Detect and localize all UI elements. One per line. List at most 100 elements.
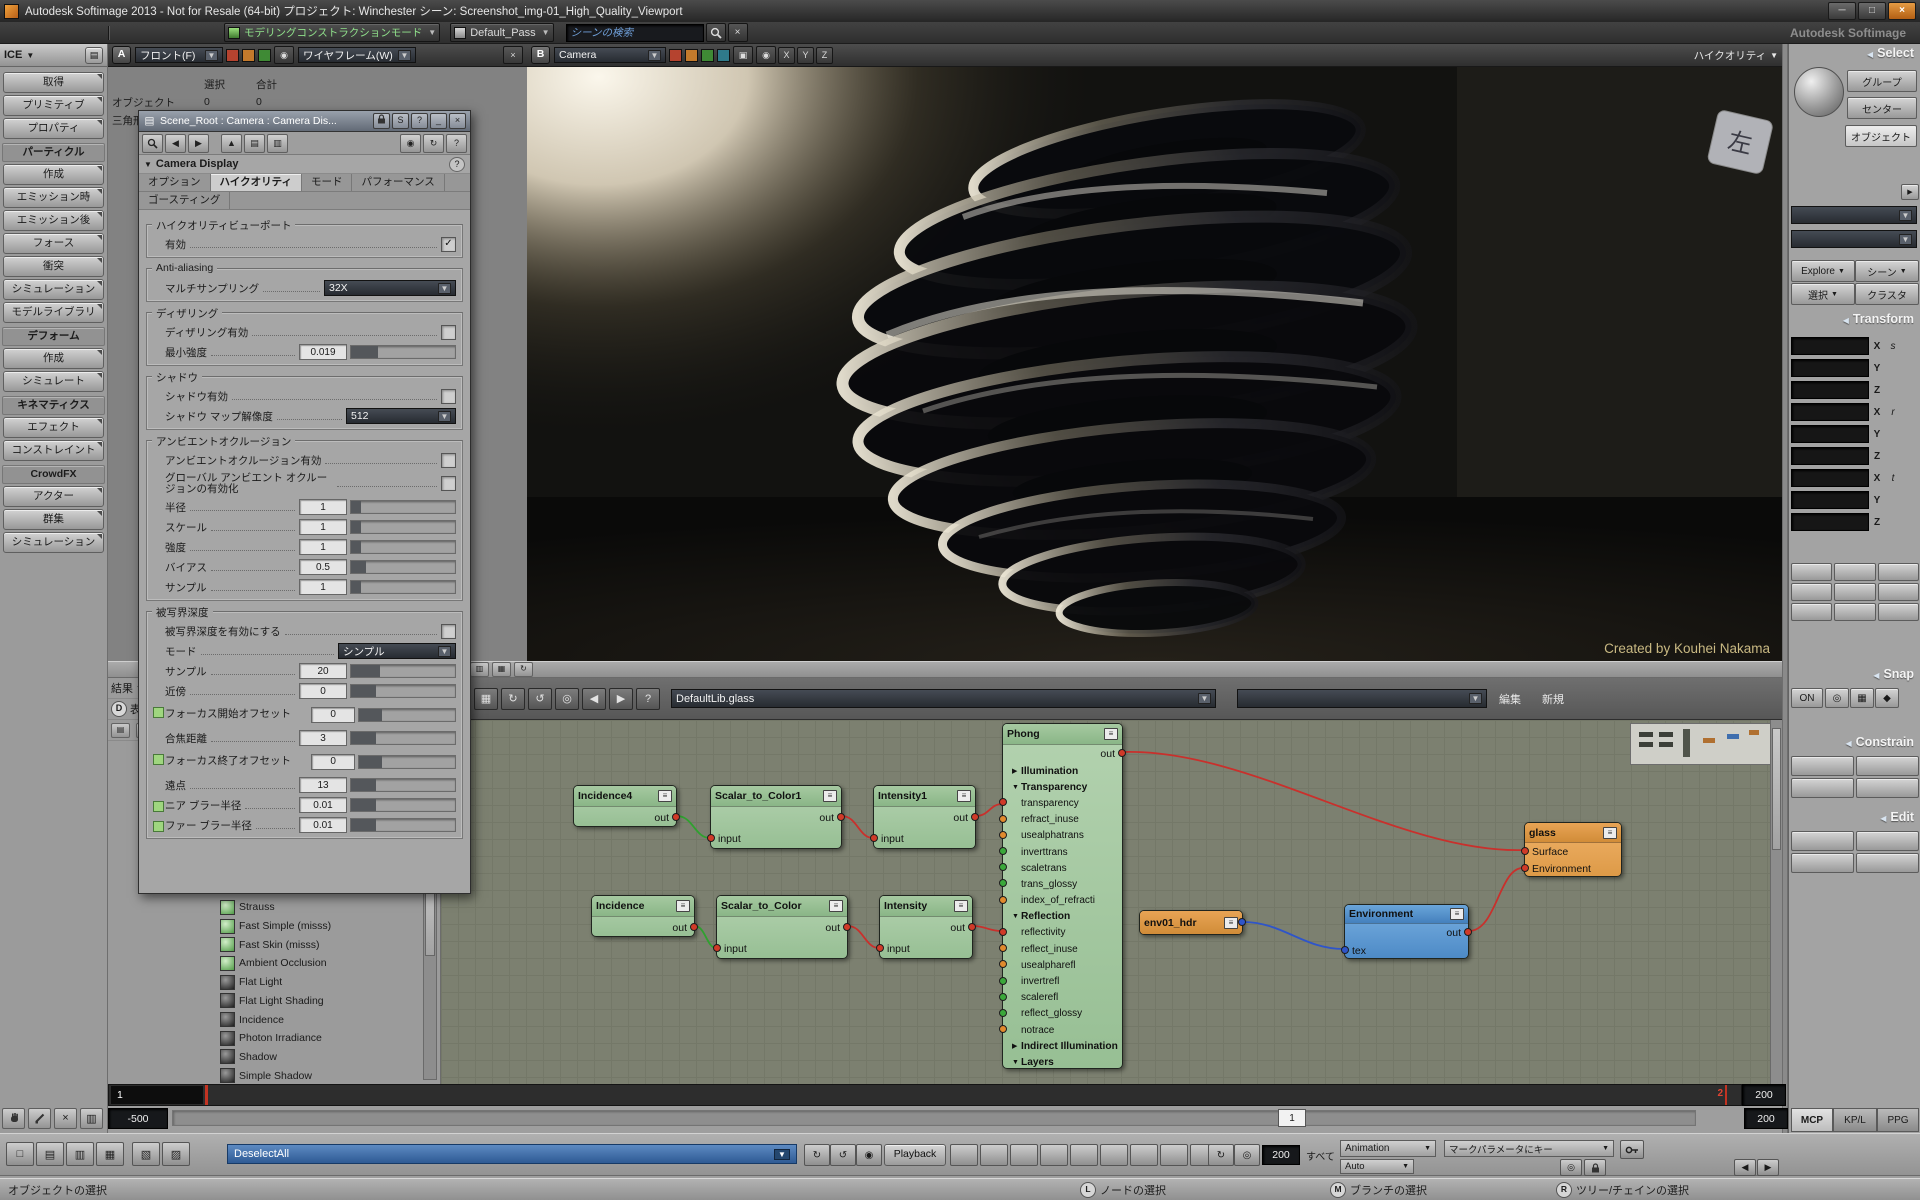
constrain-button[interactable] — [1791, 756, 1854, 776]
list-view-icon[interactable]: ▤ — [111, 723, 130, 738]
memo-cam-b-icon[interactable] — [685, 49, 698, 62]
ice-toolbar-button[interactable]: コンストレイント — [3, 440, 104, 461]
input-port[interactable] — [999, 863, 1007, 871]
toolbar-mode-tab[interactable] — [116, 26, 130, 38]
cluster-button[interactable]: クラスタ — [1855, 283, 1919, 305]
toolbar-mode-tab[interactable] — [172, 26, 186, 38]
ppg-minimize-icon[interactable]: _ — [430, 113, 447, 129]
animation-divot-icon[interactable] — [153, 707, 164, 718]
input-port[interactable] — [999, 896, 1007, 904]
center-button[interactable]: センター — [1847, 97, 1917, 119]
scale-field[interactable]: 1 — [299, 519, 347, 535]
viewport-render-view[interactable]: 左 Created by Kouhei Nakama — [527, 67, 1782, 661]
shader-list-item[interactable]: Flat Light Shading — [220, 992, 422, 1011]
near-field[interactable]: 0 — [299, 683, 347, 699]
menu-item[interactable] — [54, 26, 70, 38]
input-port[interactable] — [999, 944, 1007, 952]
node-menu-icon[interactable]: ≡ — [1450, 908, 1464, 920]
shader-list-item[interactable]: Strauss — [220, 898, 422, 917]
node-scalar-to-color1[interactable]: Scalar_to_Color1≡ out input — [710, 785, 842, 849]
toolbar-menu-icon[interactable]: ▤ — [85, 47, 103, 64]
far-blur-radius-field[interactable]: 0.01 — [299, 817, 347, 833]
search-icon[interactable] — [142, 134, 163, 153]
out-port[interactable] — [672, 813, 680, 821]
phong-port-row[interactable]: ▶ Indirect Illumination — [1003, 1038, 1122, 1054]
animation-divot-icon[interactable] — [153, 821, 164, 832]
panel-layout-icon[interactable]: ▥ — [470, 662, 489, 677]
out-port[interactable] — [1118, 749, 1126, 757]
ice-toolbar-button[interactable]: 群集 — [3, 509, 104, 530]
phong-port-row[interactable]: scalerefl — [1003, 990, 1122, 1006]
node-menu-icon[interactable]: ≡ — [954, 900, 968, 912]
toolbar-select[interactable]: ICE ▼ ▤ — [0, 44, 107, 67]
shader-list-item[interactable]: Simple Shadow — [220, 1066, 422, 1084]
out-port[interactable] — [690, 923, 698, 931]
nav-forward-icon[interactable]: ▶ — [188, 134, 209, 153]
near-slider[interactable] — [350, 684, 456, 698]
ice-toolbar-button[interactable]: 取得 — [3, 72, 104, 93]
node-menu-icon[interactable]: ≡ — [676, 900, 690, 912]
shader-category-item[interactable] — [108, 1027, 218, 1046]
selection-filter-select[interactable]: ▼ — [1791, 206, 1917, 224]
dithering-checkbox[interactable] — [441, 325, 456, 340]
autokey-menu[interactable]: Auto▼ — [1340, 1159, 1414, 1174]
ice-toolbar-button[interactable]: エフェクト — [3, 417, 104, 438]
search-icon[interactable] — [706, 23, 726, 42]
display-mode-label[interactable]: ハイクオリティ ▼ — [1694, 48, 1778, 63]
ice-toolbar-button[interactable]: フォース — [3, 233, 104, 254]
out-port[interactable] — [971, 813, 979, 821]
shader-category-item[interactable] — [108, 971, 218, 990]
lock-icon[interactable] — [1584, 1159, 1606, 1176]
update-icon[interactable]: ↻ — [501, 688, 525, 710]
range-slider[interactable] — [172, 1110, 1696, 1126]
shader-category-item[interactable] — [108, 933, 218, 952]
refresh-icon[interactable]: ↻ — [514, 662, 533, 677]
sticky-icon[interactable]: S — [392, 113, 409, 129]
ice-toolbar-button[interactable]: シミュレーション — [3, 279, 104, 300]
viewport-a-view-select[interactable]: フロント(F)▼ — [135, 47, 223, 63]
animation-divot-icon[interactable] — [153, 801, 164, 812]
delete-tool-icon[interactable]: × — [54, 1108, 77, 1129]
constrain-button[interactable] — [1856, 756, 1919, 776]
help-icon[interactable]: ? — [411, 113, 428, 129]
playhead[interactable] — [205, 1085, 208, 1105]
snap-rotate-icon[interactable]: ◎ — [1825, 688, 1849, 708]
tab-kpl[interactable]: KP/L — [1833, 1108, 1877, 1132]
min-strength-field[interactable]: 0.019 — [299, 344, 347, 360]
tab-performance[interactable]: パフォーマンス — [352, 174, 444, 191]
loop-toggle-icon[interactable]: ↻ — [1208, 1144, 1234, 1166]
ice-toolbar-button[interactable]: シミュレート — [3, 371, 104, 392]
focus-distance-slider[interactable] — [350, 731, 456, 745]
ice-toolbar-button[interactable]: プリミティブ — [3, 95, 104, 116]
node-intensity1[interactable]: Intensity1≡ out input — [873, 785, 976, 849]
samples-field[interactable]: 1 — [299, 579, 347, 595]
transform-value-field[interactable] — [1791, 403, 1869, 421]
rendertree-vertical-scrollbar[interactable] — [1770, 720, 1782, 1084]
layout-icon[interactable]: ▥ — [267, 134, 288, 153]
layout-quad-icon[interactable]: ▦ — [96, 1142, 124, 1166]
transform-ref-button[interactable] — [1878, 583, 1919, 601]
shader-category-item[interactable] — [108, 1008, 218, 1027]
transform-cog-button[interactable] — [1834, 603, 1875, 621]
compare-icon[interactable]: ▤ — [244, 134, 265, 153]
search-clear-icon[interactable]: × — [728, 23, 748, 42]
hand-tool-icon[interactable] — [2, 1108, 25, 1129]
input-port[interactable] — [713, 944, 721, 952]
surface-port[interactable] — [1521, 847, 1529, 855]
samples-slider[interactable] — [350, 580, 456, 594]
scroll-up-icon[interactable]: ▲ — [221, 134, 242, 153]
expand-icon[interactable]: ◀ — [1843, 316, 1849, 325]
phong-port-row[interactable]: reflect_inuse — [1003, 941, 1122, 957]
keying-icon[interactable]: ◉ — [400, 134, 421, 153]
shader-list-item[interactable]: Photon Irradiance — [220, 1029, 422, 1048]
node-menu-icon[interactable]: ≡ — [1224, 917, 1238, 929]
input-port[interactable] — [999, 798, 1007, 806]
flyout-arrow-icon[interactable]: ▶ — [1901, 184, 1919, 200]
layout-grid-icon[interactable]: ▦ — [474, 688, 498, 710]
recycle-icon[interactable]: ↻ — [423, 134, 444, 153]
group-button[interactable]: グループ — [1847, 70, 1917, 92]
maximize-button[interactable]: □ — [1858, 2, 1886, 20]
transport-button[interactable] — [1130, 1144, 1158, 1166]
layout-grid-icon[interactable]: ▨ — [162, 1142, 190, 1166]
ice-toolbar-button[interactable]: シミュレーション — [3, 532, 104, 553]
